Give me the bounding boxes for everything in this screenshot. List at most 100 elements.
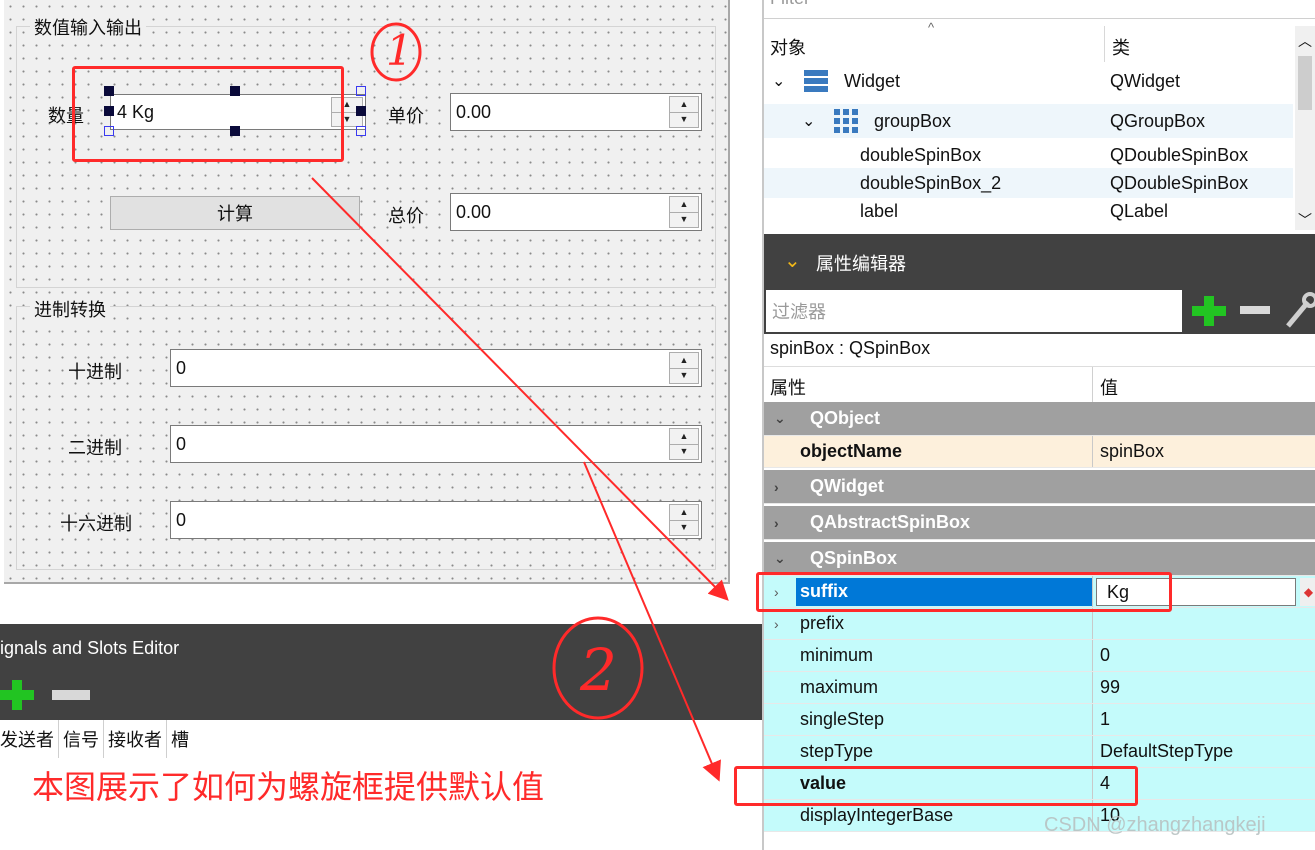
tree-object-name: doubleSpinBox_2: [860, 172, 1002, 193]
tree-row[interactable]: ⌄ groupBox QGroupBox: [764, 104, 1293, 138]
collapse-chevron-icon[interactable]: ⌄: [774, 550, 786, 567]
property-value[interactable]: DefaultStepType: [1100, 741, 1233, 762]
expand-chevron-icon[interactable]: ›: [774, 515, 779, 531]
property-maximum[interactable]: maximum 99: [764, 672, 1315, 704]
scroll-thumb[interactable]: [1298, 56, 1312, 110]
spin-up-icon[interactable]: ▲: [670, 505, 698, 520]
spin-down-icon[interactable]: ▼: [670, 211, 698, 228]
column-sender[interactable]: 发送者: [0, 720, 59, 758]
unit-price-arrows[interactable]: ▲ ▼: [669, 96, 699, 128]
tree-row[interactable]: label QLabel: [764, 196, 1293, 226]
object-filter-input[interactable]: Filter: [770, 0, 810, 9]
property-value[interactable]: 0: [1100, 645, 1110, 666]
total-spinbox[interactable]: 0.00 ▲ ▼: [450, 193, 702, 231]
selection-handle[interactable]: [356, 106, 366, 116]
tree-object-name: label: [860, 200, 899, 221]
reset-property-icon[interactable]: ◆: [1300, 578, 1315, 606]
column-receiver[interactable]: 接收者: [104, 720, 167, 758]
spin-down-icon[interactable]: ▼: [670, 519, 698, 536]
groupbox-icon: [834, 109, 858, 133]
header-divider: [1092, 367, 1093, 402]
hex-value: 0: [176, 509, 187, 530]
property-singlestep[interactable]: singleStep 1: [764, 704, 1315, 736]
total-label: 总价: [388, 206, 424, 226]
property-filter-input[interactable]: 过滤器: [766, 290, 1182, 332]
total-arrows[interactable]: ▲ ▼: [669, 196, 699, 228]
expand-chevron-icon[interactable]: ›: [774, 479, 779, 495]
selection-handle[interactable]: [356, 126, 366, 136]
category-qwidget[interactable]: › QWidget: [764, 470, 1315, 504]
watermark: CSDN @zhangzhangkeji: [1044, 814, 1266, 836]
signals-slots-title: ignals and Slots Editor: [0, 638, 180, 658]
category-label: QSpinBox: [810, 548, 898, 568]
spin-up-icon[interactable]: ▲: [670, 97, 698, 112]
scroll-up-icon[interactable]: ︿: [1295, 26, 1315, 56]
tree-col-class[interactable]: 类: [1112, 34, 1130, 60]
column-divider: [1092, 436, 1093, 467]
hex-arrows[interactable]: ▲ ▼: [669, 504, 699, 536]
property-prefix[interactable]: › prefix: [764, 608, 1315, 640]
property-name: displayIntegerBase: [800, 805, 954, 825]
binary-spinbox[interactable]: 0 ▲ ▼: [170, 425, 702, 463]
wrench-icon[interactable]: [1284, 292, 1315, 330]
property-value[interactable]: spinBox: [1100, 441, 1164, 462]
spin-up-icon[interactable]: ▲: [670, 429, 698, 444]
property-col-name[interactable]: 属性: [770, 374, 806, 400]
property-col-value[interactable]: 值: [1100, 374, 1118, 400]
expand-chevron-icon[interactable]: ›: [774, 616, 779, 632]
expand-chevron-icon[interactable]: ⌄: [772, 71, 785, 91]
property-objectname[interactable]: objectName spinBox: [764, 436, 1315, 468]
decimal-spinbox[interactable]: 0 ▲ ▼: [170, 349, 702, 387]
category-qspinbox[interactable]: ⌄ QSpinBox: [764, 542, 1315, 576]
remove-property-icon[interactable]: [1240, 306, 1270, 314]
tree-col-object[interactable]: 对象: [770, 34, 806, 60]
property-minimum[interactable]: minimum 0: [764, 640, 1315, 672]
property-value[interactable]: 99: [1100, 677, 1120, 698]
tree-object-class: QDoubleSpinBox: [1110, 172, 1249, 193]
add-property-icon[interactable]: [1192, 294, 1226, 328]
column-divider: [1092, 608, 1093, 639]
decimal-value: 0: [176, 357, 187, 378]
binary-arrows[interactable]: ▲ ▼: [669, 428, 699, 460]
signals-slots-columns: 发送者 信号 接收者 槽: [0, 720, 193, 758]
selection-handle[interactable]: [356, 86, 366, 96]
scroll-down-icon[interactable]: ﹀: [1295, 210, 1315, 230]
calculate-button[interactable]: 计算: [110, 196, 360, 230]
binary-value: 0: [176, 433, 187, 454]
unit-price-spinbox[interactable]: 0.00 ▲ ▼: [450, 93, 702, 131]
property-name: prefix: [800, 613, 845, 633]
remove-connection-icon[interactable]: [52, 690, 90, 700]
sort-indicator-icon: ^: [928, 20, 935, 35]
hex-spinbox[interactable]: 0 ▲ ▼: [170, 501, 702, 539]
tree-row[interactable]: doubleSpinBox_2 QDoubleSpinBox: [764, 168, 1293, 198]
column-signal[interactable]: 信号: [59, 720, 104, 758]
spin-down-icon[interactable]: ▼: [670, 443, 698, 460]
signals-slots-panel: ignals and Slots Editor: [0, 624, 762, 720]
expand-chevron-icon[interactable]: ⌄: [802, 111, 815, 131]
property-filter-placeholder: 过滤器: [772, 302, 826, 322]
unit-price-value: 0.00: [456, 101, 492, 122]
widget-icon: [804, 70, 828, 92]
property-steptype[interactable]: stepType DefaultStepType: [764, 736, 1315, 768]
tree-scrollbar[interactable]: ︿ ﹀: [1295, 26, 1315, 230]
annotation-box-value: [734, 766, 1138, 806]
column-slot[interactable]: 槽: [167, 720, 193, 758]
decimal-arrows[interactable]: ▲ ▼: [669, 352, 699, 384]
tree-object-name: doubleSpinBox: [860, 144, 982, 165]
spin-up-icon[interactable]: ▲: [670, 353, 698, 368]
tree-row[interactable]: doubleSpinBox QDoubleSpinBox: [764, 140, 1293, 170]
property-editor-header: ⌄ 属性编辑器: [764, 234, 1315, 288]
spin-up-icon[interactable]: ▲: [670, 197, 698, 212]
tree-row[interactable]: ⌄ Widget QWidget: [764, 64, 1293, 98]
annotation-number-1: 1: [386, 26, 413, 75]
spin-down-icon[interactable]: ▼: [670, 367, 698, 384]
column-divider: [1092, 672, 1093, 703]
category-qobject[interactable]: ⌄ QObject: [764, 402, 1315, 436]
add-connection-icon[interactable]: [0, 678, 34, 712]
property-value[interactable]: 1: [1100, 709, 1110, 730]
category-qabstractspinbox[interactable]: › QAbstractSpinBox: [764, 506, 1315, 540]
collapse-chevron-icon[interactable]: ⌄: [784, 248, 801, 273]
collapse-chevron-icon[interactable]: ⌄: [774, 410, 786, 427]
property-name: objectName: [800, 441, 903, 461]
spin-down-icon[interactable]: ▼: [670, 111, 698, 128]
